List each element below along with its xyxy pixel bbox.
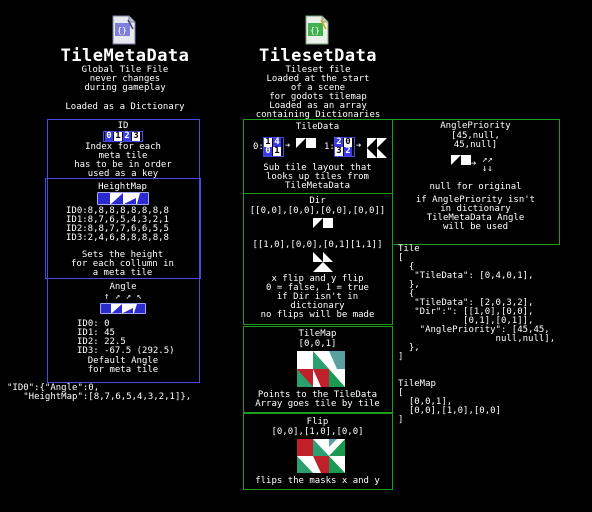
dir-preview-1 bbox=[313, 252, 333, 272]
script-file-icon: {} bbox=[112, 15, 136, 45]
flip-description: flips the masks x and y bbox=[255, 476, 380, 486]
svg-text:{}: {} bbox=[117, 26, 127, 35]
tiledata-grid-0: 1 40 1 bbox=[263, 137, 284, 157]
flip-heading: Flip bbox=[306, 417, 329, 427]
flip-value: [0,0],[1,0],[0,0] bbox=[271, 427, 364, 437]
anglepriority-tile bbox=[451, 155, 471, 175]
subtile-preview-0 bbox=[296, 138, 316, 158]
tilemetadata-subtitle: Global Tile File never changes during game… bbox=[81, 65, 169, 93]
diagram-canvas: {} TileMetaData Global Tile File never ch… bbox=[0, 0, 592, 512]
tile-code-example: Tile[ { "TileData": [0,4,0,1], }, { "Til… bbox=[398, 244, 556, 362]
tilemap-description: Points to the TileData Array goes tile by… bbox=[255, 390, 380, 409]
dir-preview-0 bbox=[313, 218, 333, 238]
angle-arrows: ↑ ↗ ↗ ↖ bbox=[104, 292, 142, 302]
angle-divider bbox=[47, 278, 199, 279]
tilemetadata-title: TileMetaData bbox=[60, 46, 190, 66]
tilemap-value: [0,0,1] bbox=[298, 339, 337, 349]
angle-values: ID0: 0 ID1: 45 ID2: 22.5 ID3: -67.5 (292.5) bbox=[77, 319, 175, 356]
heightmap-description: Sets the height for each collumn in a meta… bbox=[71, 250, 174, 278]
arrow-icon: ➔ bbox=[285, 141, 291, 151]
anglepriority-heading: AnglePriority bbox=[440, 121, 511, 131]
heightmap-heading: HeightMap bbox=[98, 182, 147, 192]
svg-text:{}: {} bbox=[310, 26, 320, 35]
tilesetdata-subtitle: Tileset file Loaded at the start of a scen… bbox=[255, 65, 381, 120]
dir-heading: Dir bbox=[309, 196, 326, 206]
id-heading: ID bbox=[117, 121, 129, 131]
tilemap-preview bbox=[297, 351, 345, 387]
tiledata-description: Sub tile layout that looks up tiles from T… bbox=[263, 163, 372, 191]
dir-description: x flip and y flip 0 = false, 1 = true if D… bbox=[260, 274, 375, 320]
tilemetadata-loaded-as: Loaded as a Dictionary bbox=[65, 102, 185, 112]
dir-row-1: [[0,0],[0,0],[0,0],[0,0]] bbox=[249, 206, 386, 216]
tilemap-heading: TileMap bbox=[298, 329, 337, 339]
flip-preview bbox=[297, 439, 345, 473]
tilemetadata-example: "ID0":{"Angle":0, "HeightMap":[8,7,6,5,4… bbox=[7, 383, 192, 402]
arrow-icon: ➔ bbox=[471, 159, 477, 169]
tiledata-heading: TileData bbox=[295, 122, 340, 132]
tilemap-code-example: TileMap[ [0,0,1], [0,0],[1,0],[0,0]] bbox=[398, 379, 501, 425]
id-description: Index for each meta tile has to be in orde… bbox=[74, 142, 172, 179]
script-file-icon: {} bbox=[305, 15, 329, 45]
anglepriority-values: [45,null, 45,null] bbox=[451, 131, 500, 150]
id-digits: 0123 bbox=[47, 131, 199, 142]
tilesetdata-title: TilesetData bbox=[258, 46, 378, 66]
arrow-icon: ➔ bbox=[356, 141, 362, 151]
angle-heading: Angle bbox=[109, 282, 137, 292]
angle-arrows-icon: ↗↗ ↓↓ bbox=[482, 155, 493, 174]
subtile-preview-1 bbox=[367, 138, 387, 158]
tiledata-grid-1: 2 03 2 bbox=[334, 137, 355, 157]
angle-tiles-icon bbox=[100, 303, 146, 314]
angle-description: Default Angle for meta tile bbox=[87, 356, 159, 375]
dir-row-2: [[1,0],[0,0],[0,1][1,1]] bbox=[252, 240, 383, 250]
heightmap-tiles-icon bbox=[97, 192, 149, 205]
anglepriority-description: null for original if AnglePriority isn't i… bbox=[415, 182, 536, 232]
heightmap-values: ID0:8,8,8,8,8,8,8,8 ID1:8,7,6,5,4,3,2,1 ID… bbox=[66, 206, 169, 243]
